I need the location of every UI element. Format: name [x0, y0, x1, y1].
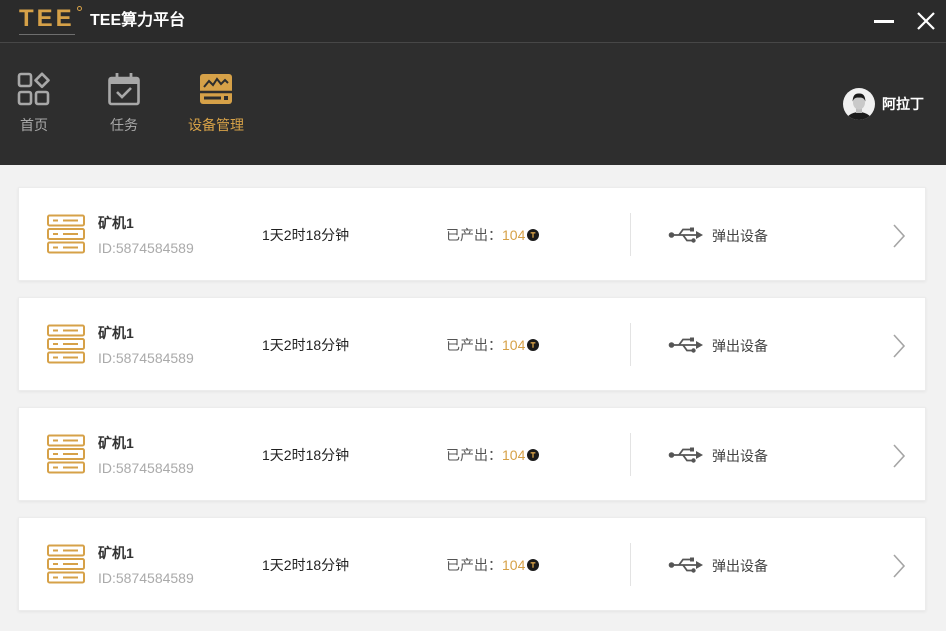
- eject-label: 弹出设备: [712, 338, 768, 354]
- device-name: 矿机1: [98, 325, 134, 341]
- nav-item-tasks[interactable]: 任务: [94, 72, 154, 136]
- device-card[interactable]: 矿机1 ID:5874584589 1天2时18分钟 已产出： 104 弹出设备: [18, 407, 926, 501]
- minimize-icon: [874, 20, 894, 23]
- chevron-right-icon[interactable]: [891, 223, 907, 249]
- server-icon: [47, 434, 85, 474]
- logo-text: TEE: [19, 5, 75, 32]
- usb-icon: [668, 445, 704, 465]
- device-card[interactable]: 矿机1 ID:5874584589 1天2时18分钟 已产出： 104 弹出设备: [18, 517, 926, 611]
- output-value: 104: [502, 227, 526, 243]
- device-output: 已产出： 104: [446, 335, 539, 355]
- chevron-right-icon[interactable]: [891, 553, 907, 579]
- nav-item-device-management[interactable]: 设备管理: [186, 72, 246, 136]
- device-id: ID:5874584589: [98, 240, 194, 256]
- output-label: 已产出：: [446, 337, 502, 353]
- eject-device-button[interactable]: 弹出设备: [668, 223, 780, 247]
- coin-icon: [527, 339, 539, 351]
- chevron-right-icon[interactable]: [891, 333, 907, 359]
- server-icon: [47, 324, 85, 364]
- device-list: 矿机1 ID:5874584589 1天2时18分钟 已产出： 104 弹出设备…: [0, 165, 946, 631]
- avatar-image: [843, 88, 875, 120]
- top-nav: 首页 任务 设备管理 阿拉丁: [0, 43, 946, 165]
- usb-icon: [668, 335, 704, 355]
- chevron-right-icon[interactable]: [891, 443, 907, 469]
- minimize-button[interactable]: [872, 10, 896, 32]
- device-name: 矿机1: [98, 545, 134, 561]
- divider: [630, 213, 631, 256]
- device-uptime: 1天2时18分钟: [262, 447, 350, 463]
- usb-icon: [668, 555, 704, 575]
- eject-label: 弹出设备: [712, 558, 768, 574]
- app-title: TEE算力平台: [90, 12, 186, 29]
- divider: [630, 543, 631, 586]
- user-name[interactable]: 阿拉丁: [882, 95, 924, 113]
- divider: [630, 433, 631, 476]
- calendar-check-icon: [108, 73, 140, 106]
- server-icon: [47, 544, 85, 584]
- tee-logo: TEE: [18, 4, 84, 38]
- close-icon: [917, 12, 935, 30]
- nav-label-device-management: 设备管理: [188, 117, 244, 133]
- device-output: 已产出： 104: [446, 555, 539, 575]
- registered-mark-icon: [77, 6, 82, 11]
- logo-tagline-decoration: [19, 34, 75, 35]
- nav-item-home[interactable]: 首页: [4, 72, 64, 136]
- output-value: 104: [502, 337, 526, 353]
- device-name: 矿机1: [98, 435, 134, 451]
- device-id: ID:5874584589: [98, 460, 194, 476]
- divider: [630, 323, 631, 366]
- eject-device-button[interactable]: 弹出设备: [668, 553, 780, 577]
- close-button[interactable]: [915, 10, 937, 32]
- grid-icon: [17, 72, 50, 106]
- coin-icon: [527, 449, 539, 461]
- title-bar: TEE TEE算力平台: [0, 0, 946, 43]
- output-label: 已产出：: [446, 227, 502, 243]
- output-label: 已产出：: [446, 557, 502, 573]
- eject-label: 弹出设备: [712, 228, 768, 244]
- eject-device-button[interactable]: 弹出设备: [668, 333, 780, 357]
- device-card[interactable]: 矿机1 ID:5874584589 1天2时18分钟 已产出： 104 弹出设备: [18, 187, 926, 281]
- device-card[interactable]: 矿机1 ID:5874584589 1天2时18分钟 已产出： 104 弹出设备: [18, 297, 926, 391]
- device-uptime: 1天2时18分钟: [262, 557, 350, 573]
- nav-label-home: 首页: [20, 117, 48, 133]
- device-output: 已产出： 104: [446, 445, 539, 465]
- device-uptime: 1天2时18分钟: [262, 337, 350, 353]
- avatar[interactable]: [843, 88, 875, 120]
- coin-icon: [527, 559, 539, 571]
- output-label: 已产出：: [446, 447, 502, 463]
- output-value: 104: [502, 447, 526, 463]
- server-icon: [47, 214, 85, 254]
- device-output: 已产出： 104: [446, 225, 539, 245]
- device-id: ID:5874584589: [98, 350, 194, 366]
- eject-device-button[interactable]: 弹出设备: [668, 443, 780, 467]
- nav-label-tasks: 任务: [110, 117, 138, 133]
- device-uptime: 1天2时18分钟: [262, 227, 350, 243]
- device-name: 矿机1: [98, 215, 134, 231]
- device-id: ID:5874584589: [98, 570, 194, 586]
- device-manage-icon: [200, 74, 232, 104]
- output-value: 104: [502, 557, 526, 573]
- usb-icon: [668, 225, 704, 245]
- eject-label: 弹出设备: [712, 448, 768, 464]
- coin-icon: [527, 229, 539, 241]
